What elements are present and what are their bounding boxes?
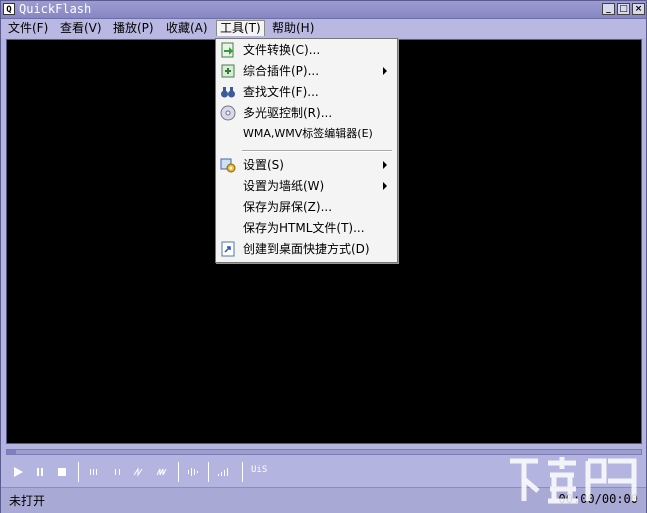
play-icon[interactable] — [10, 464, 26, 480]
menu-item-set-wallpaper[interactable]: 设置为墙纸(W) — [217, 176, 396, 196]
menu-item-file-convert[interactable]: 文件转换(C)... — [217, 40, 396, 60]
menu-item-multi-cd[interactable]: 多光驱控制(R)... — [217, 103, 396, 123]
cd-icon — [220, 105, 236, 121]
sound-icon[interactable] — [186, 464, 202, 480]
watermark-logo-icon — [510, 457, 637, 504]
plugin-icon — [221, 64, 235, 78]
menu-item-save-screensaver[interactable]: 保存为屏保(Z)... — [217, 197, 396, 217]
prev-frame-icon[interactable] — [86, 464, 102, 480]
submenu-arrow-icon — [383, 67, 387, 75]
tools-dropdown-menu: 文件转换(C)... 综合插件(P)... 查找文件(F)... 多光驱控制(R… — [215, 38, 398, 263]
menu-help[interactable]: 帮助(H) — [269, 21, 317, 36]
separator — [208, 462, 209, 482]
menu-item-settings[interactable]: 设置(S) — [217, 155, 396, 175]
menu-item-label: 保存为HTML文件(T)... — [243, 221, 365, 235]
menu-file[interactable]: 文件(F) — [5, 21, 51, 36]
binoculars-icon — [221, 87, 235, 98]
minimize-button[interactable]: _ — [602, 3, 615, 15]
menu-favorites[interactable]: 收藏(A) — [163, 21, 211, 36]
fast-forward-icon[interactable] — [155, 464, 171, 480]
menu-separator — [242, 150, 392, 152]
app-window: Q QuickFlash _ □ × 文件(F) 查看(V) 播放(P) 收藏(… — [0, 0, 647, 513]
menu-tools[interactable]: 工具(T) — [216, 20, 265, 36]
separator — [242, 462, 243, 482]
separator — [78, 462, 79, 482]
menu-view[interactable]: 查看(V) — [57, 21, 105, 36]
menu-item-label: 创建到桌面快捷方式(D) — [243, 242, 370, 256]
pause-icon[interactable] — [32, 464, 48, 480]
file-convert-icon — [221, 42, 234, 58]
volume-icon[interactable] — [216, 464, 232, 480]
menu-item-plugins[interactable]: 综合插件(P)... — [217, 61, 396, 81]
app-logo-icon: Q — [3, 3, 15, 15]
menu-item-save-html[interactable]: 保存为HTML文件(T)... — [217, 218, 396, 238]
uis-label[interactable]: UiS — [251, 465, 267, 475]
menu-item-tag-editor[interactable]: WMA,WMV标签编辑器(E) — [217, 124, 396, 144]
menu-bar: 文件(F) 查看(V) 播放(P) 收藏(A) 工具(T) 帮助(H) — [1, 19, 646, 38]
playback-controls: UiS — [6, 460, 406, 484]
menu-item-label: 设置为墙纸(W) — [243, 179, 325, 193]
close-button[interactable]: × — [632, 3, 645, 15]
menu-play[interactable]: 播放(P) — [110, 21, 157, 36]
shortcut-icon — [221, 241, 235, 257]
title-bar[interactable]: Q QuickFlash _ □ × — [1, 1, 646, 19]
separator — [178, 462, 179, 482]
menu-item-label: 保存为屏保(Z)... — [243, 200, 333, 214]
menu-item-label: 设置(S) — [243, 158, 284, 172]
submenu-arrow-icon — [383, 182, 387, 190]
settings-icon — [220, 158, 236, 173]
stop-icon[interactable] — [54, 464, 70, 480]
submenu-arrow-icon — [383, 161, 387, 169]
menu-item-label: 综合插件(P)... — [243, 64, 320, 78]
rewind-icon[interactable] — [132, 464, 148, 480]
status-text: 未打开 — [9, 494, 46, 508]
menu-item-find-file[interactable]: 查找文件(F)... — [217, 82, 396, 102]
menu-item-label: WMA,WMV标签编辑器(E) — [243, 127, 373, 140]
menu-item-desktop-shortcut[interactable]: 创建到桌面快捷方式(D) — [217, 239, 396, 259]
window-title: QuickFlash — [19, 2, 92, 16]
next-frame-icon[interactable] — [110, 464, 126, 480]
menu-item-label: 多光驱控制(R)... — [243, 106, 333, 120]
seek-thumb[interactable] — [7, 450, 16, 454]
maximize-button[interactable]: □ — [617, 3, 630, 15]
menu-item-label: 文件转换(C)... — [243, 43, 321, 57]
menu-item-label: 查找文件(F)... — [243, 85, 319, 99]
